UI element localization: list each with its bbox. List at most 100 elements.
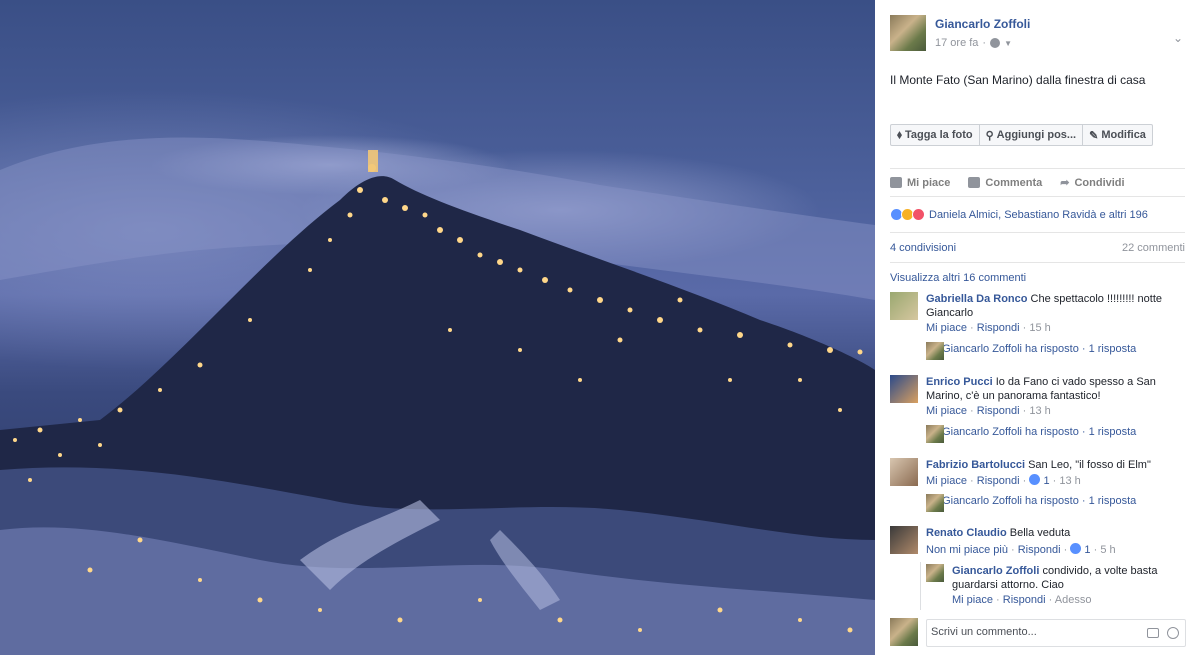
like-badge-icon[interactable] <box>1029 474 1041 485</box>
comment-reply-link[interactable]: Rispondi <box>977 405 1020 417</box>
comment-time[interactable]: 15 h <box>1029 322 1050 334</box>
comment-actions: Mi piace · Rispondi · 15 h <box>926 322 1051 334</box>
commenter-avatar[interactable] <box>890 526 918 554</box>
share-label: Condividi <box>1074 176 1125 189</box>
comment-button[interactable]: Commenta <box>968 176 1042 189</box>
reply-like-link[interactable]: Mi piace <box>952 594 993 606</box>
like-badge-icon[interactable] <box>1070 543 1082 554</box>
comment-like-link[interactable]: Mi piace <box>926 405 967 417</box>
ufi-actions: Mi piace Commenta ➦ Condividi <box>890 176 1125 189</box>
reply-actions: Mi piace · Rispondi · Adesso <box>952 594 1091 606</box>
comment-actions: Mi piace · Rispondi · 13 h <box>926 405 1051 417</box>
comment-actions: Mi piace · Rispondi · 1 · 13 h <box>926 474 1081 487</box>
comment-text: Bella veduta <box>1009 527 1071 539</box>
tag-icon: ⬧ <box>897 128 902 141</box>
comment-icon <box>968 177 981 188</box>
commenter-name[interactable]: Fabrizio Bartolucci <box>926 459 1025 471</box>
reply-avatar <box>926 494 944 512</box>
comment-like-link[interactable]: Mi piace <box>926 475 967 487</box>
dot-separator: · <box>970 475 977 487</box>
commenter-name[interactable]: Renato Claudio <box>926 527 1007 539</box>
shares-count[interactable]: 4 condivisioni <box>890 242 956 254</box>
comment-unlike-link[interactable]: Non mi piace più <box>926 544 1008 556</box>
author-avatar[interactable] <box>890 15 926 51</box>
commenter-avatar[interactable] <box>890 292 918 320</box>
reply-avatar <box>926 342 944 360</box>
reply-time[interactable]: Adesso <box>1055 594 1092 606</box>
edit-button[interactable]: ✎ Modifica <box>1083 125 1152 145</box>
like-button[interactable]: Mi piace <box>890 176 950 189</box>
camera-icon[interactable] <box>1147 628 1159 638</box>
commenter-name[interactable]: Gabriella Da Ronco <box>926 293 1027 305</box>
privacy-caret-icon[interactable]: ▼ <box>1004 39 1012 48</box>
reply-author-name[interactable]: Giancarlo Zoffoli <box>952 565 1039 577</box>
comments-count[interactable]: 22 commenti <box>1122 242 1185 254</box>
comment-label: Commenta <box>985 176 1043 189</box>
add-location-button[interactable]: ⚲ Aggiungi pos... <box>980 125 1084 145</box>
share-arrow-icon: ➦ <box>1060 177 1070 189</box>
reactions-text[interactable]: Daniela Almici, Sebastiano Ravidà e altr… <box>929 209 1148 221</box>
comment-time[interactable]: 5 h <box>1100 544 1115 556</box>
view-more-comments-link[interactable]: Visualizza altri 16 commenti <box>890 272 1026 284</box>
divider <box>890 168 1185 169</box>
pencil-icon: ✎ <box>1089 129 1099 142</box>
divider <box>890 262 1185 263</box>
replies-text: Giancarlo Zoffoli ha risposto · 1 rispos… <box>942 426 1137 438</box>
location-pin-icon: ⚲ <box>985 129 994 142</box>
share-button[interactable]: ➦ Condividi <box>1060 176 1125 190</box>
dot-separator: · <box>970 405 977 417</box>
post-header: Giancarlo Zoffoli 17 ore fa · ▼ ⌄ <box>890 15 1190 55</box>
globe-icon[interactable] <box>990 38 1001 48</box>
like-label: Mi piace <box>907 176 951 189</box>
comment-reply-link[interactable]: Rispondi <box>977 322 1020 334</box>
post-sidebar: Giancarlo Zoffoli 17 ore fa · ▼ ⌄ Il Mon… <box>875 0 1198 655</box>
reply-avatar <box>926 425 944 443</box>
comment-like-count[interactable]: 1 <box>1043 475 1049 487</box>
replies-link[interactable]: ↳ Giancarlo Zoffoli ha risposto · 1 risp… <box>926 425 1137 443</box>
author-name[interactable]: Giancarlo Zoffoli <box>935 17 1030 31</box>
comment-reply-link[interactable]: Rispondi <box>1018 544 1061 556</box>
tag-photo-label: Tagga la foto <box>904 129 973 141</box>
comment-body: Fabrizio Bartolucci San Leo, "il fosso d… <box>926 458 1181 472</box>
dot-separator: · <box>1022 475 1030 487</box>
commenter-avatar[interactable] <box>890 375 918 403</box>
comment-body: Renato Claudio Bella veduta <box>926 526 1181 540</box>
dot-separator: · <box>1063 544 1071 556</box>
chevron-down-icon[interactable]: ⌄ <box>1173 31 1183 45</box>
photo-illustration <box>0 137 875 655</box>
add-location-label: Aggiungi pos... <box>996 129 1077 141</box>
love-reaction-icon <box>912 208 925 221</box>
commenter-avatar[interactable] <box>890 458 918 486</box>
comment-input[interactable] <box>931 626 1131 638</box>
comment-like-link[interactable]: Mi piace <box>926 322 967 334</box>
comment-time[interactable]: 13 h <box>1029 405 1050 417</box>
divider <box>890 196 1185 197</box>
divider <box>890 232 1185 233</box>
tag-photo-button[interactable]: ⬧ Tagga la foto <box>891 125 980 145</box>
comment-body: Gabriella Da Ronco Che spettacolo !!!!!!… <box>926 292 1181 320</box>
comment-text: San Leo, "il fosso di Elm" <box>1028 459 1151 471</box>
emoji-icon[interactable] <box>1167 627 1179 639</box>
replies-link[interactable]: ↳ Giancarlo Zoffoli ha risposto · 1 risp… <box>926 494 1137 512</box>
replies-text: Giancarlo Zoffoli ha risposto · 1 rispos… <box>942 495 1137 507</box>
reactions-summary[interactable]: Daniela Almici, Sebastiano Ravidà e altr… <box>890 208 1148 221</box>
composer-avatar <box>890 618 918 646</box>
thumbs-up-icon <box>890 177 902 188</box>
comment-like-count[interactable]: 1 <box>1084 544 1090 556</box>
dot-separator: · <box>982 37 987 49</box>
dot-separator: · <box>1011 544 1018 556</box>
reply-author-avatar[interactable] <box>926 564 944 582</box>
comment-reply-link[interactable]: Rispondi <box>977 475 1020 487</box>
reply-reply-link[interactable]: Rispondi <box>1003 594 1046 606</box>
post-photo[interactable] <box>0 0 875 655</box>
edit-label: Modifica <box>1101 129 1146 141</box>
post-caption: Il Monte Fato (San Marino) dalla finestr… <box>890 73 1146 87</box>
commenter-name[interactable]: Enrico Pucci <box>926 376 993 388</box>
replies-link[interactable]: ↳ Giancarlo Zoffoli ha risposto · 1 risp… <box>926 342 1136 360</box>
comment-actions: Non mi piace più · Rispondi · 1 · 5 h <box>926 543 1116 556</box>
post-time[interactable]: 17 ore fa <box>935 37 978 49</box>
comment-time[interactable]: 13 h <box>1059 475 1080 487</box>
reply-thread-line <box>920 562 921 610</box>
comment-composer <box>890 618 1186 648</box>
photo-actions-bar: ⬧ Tagga la foto ⚲ Aggiungi pos... ✎ Modi… <box>890 124 1153 146</box>
